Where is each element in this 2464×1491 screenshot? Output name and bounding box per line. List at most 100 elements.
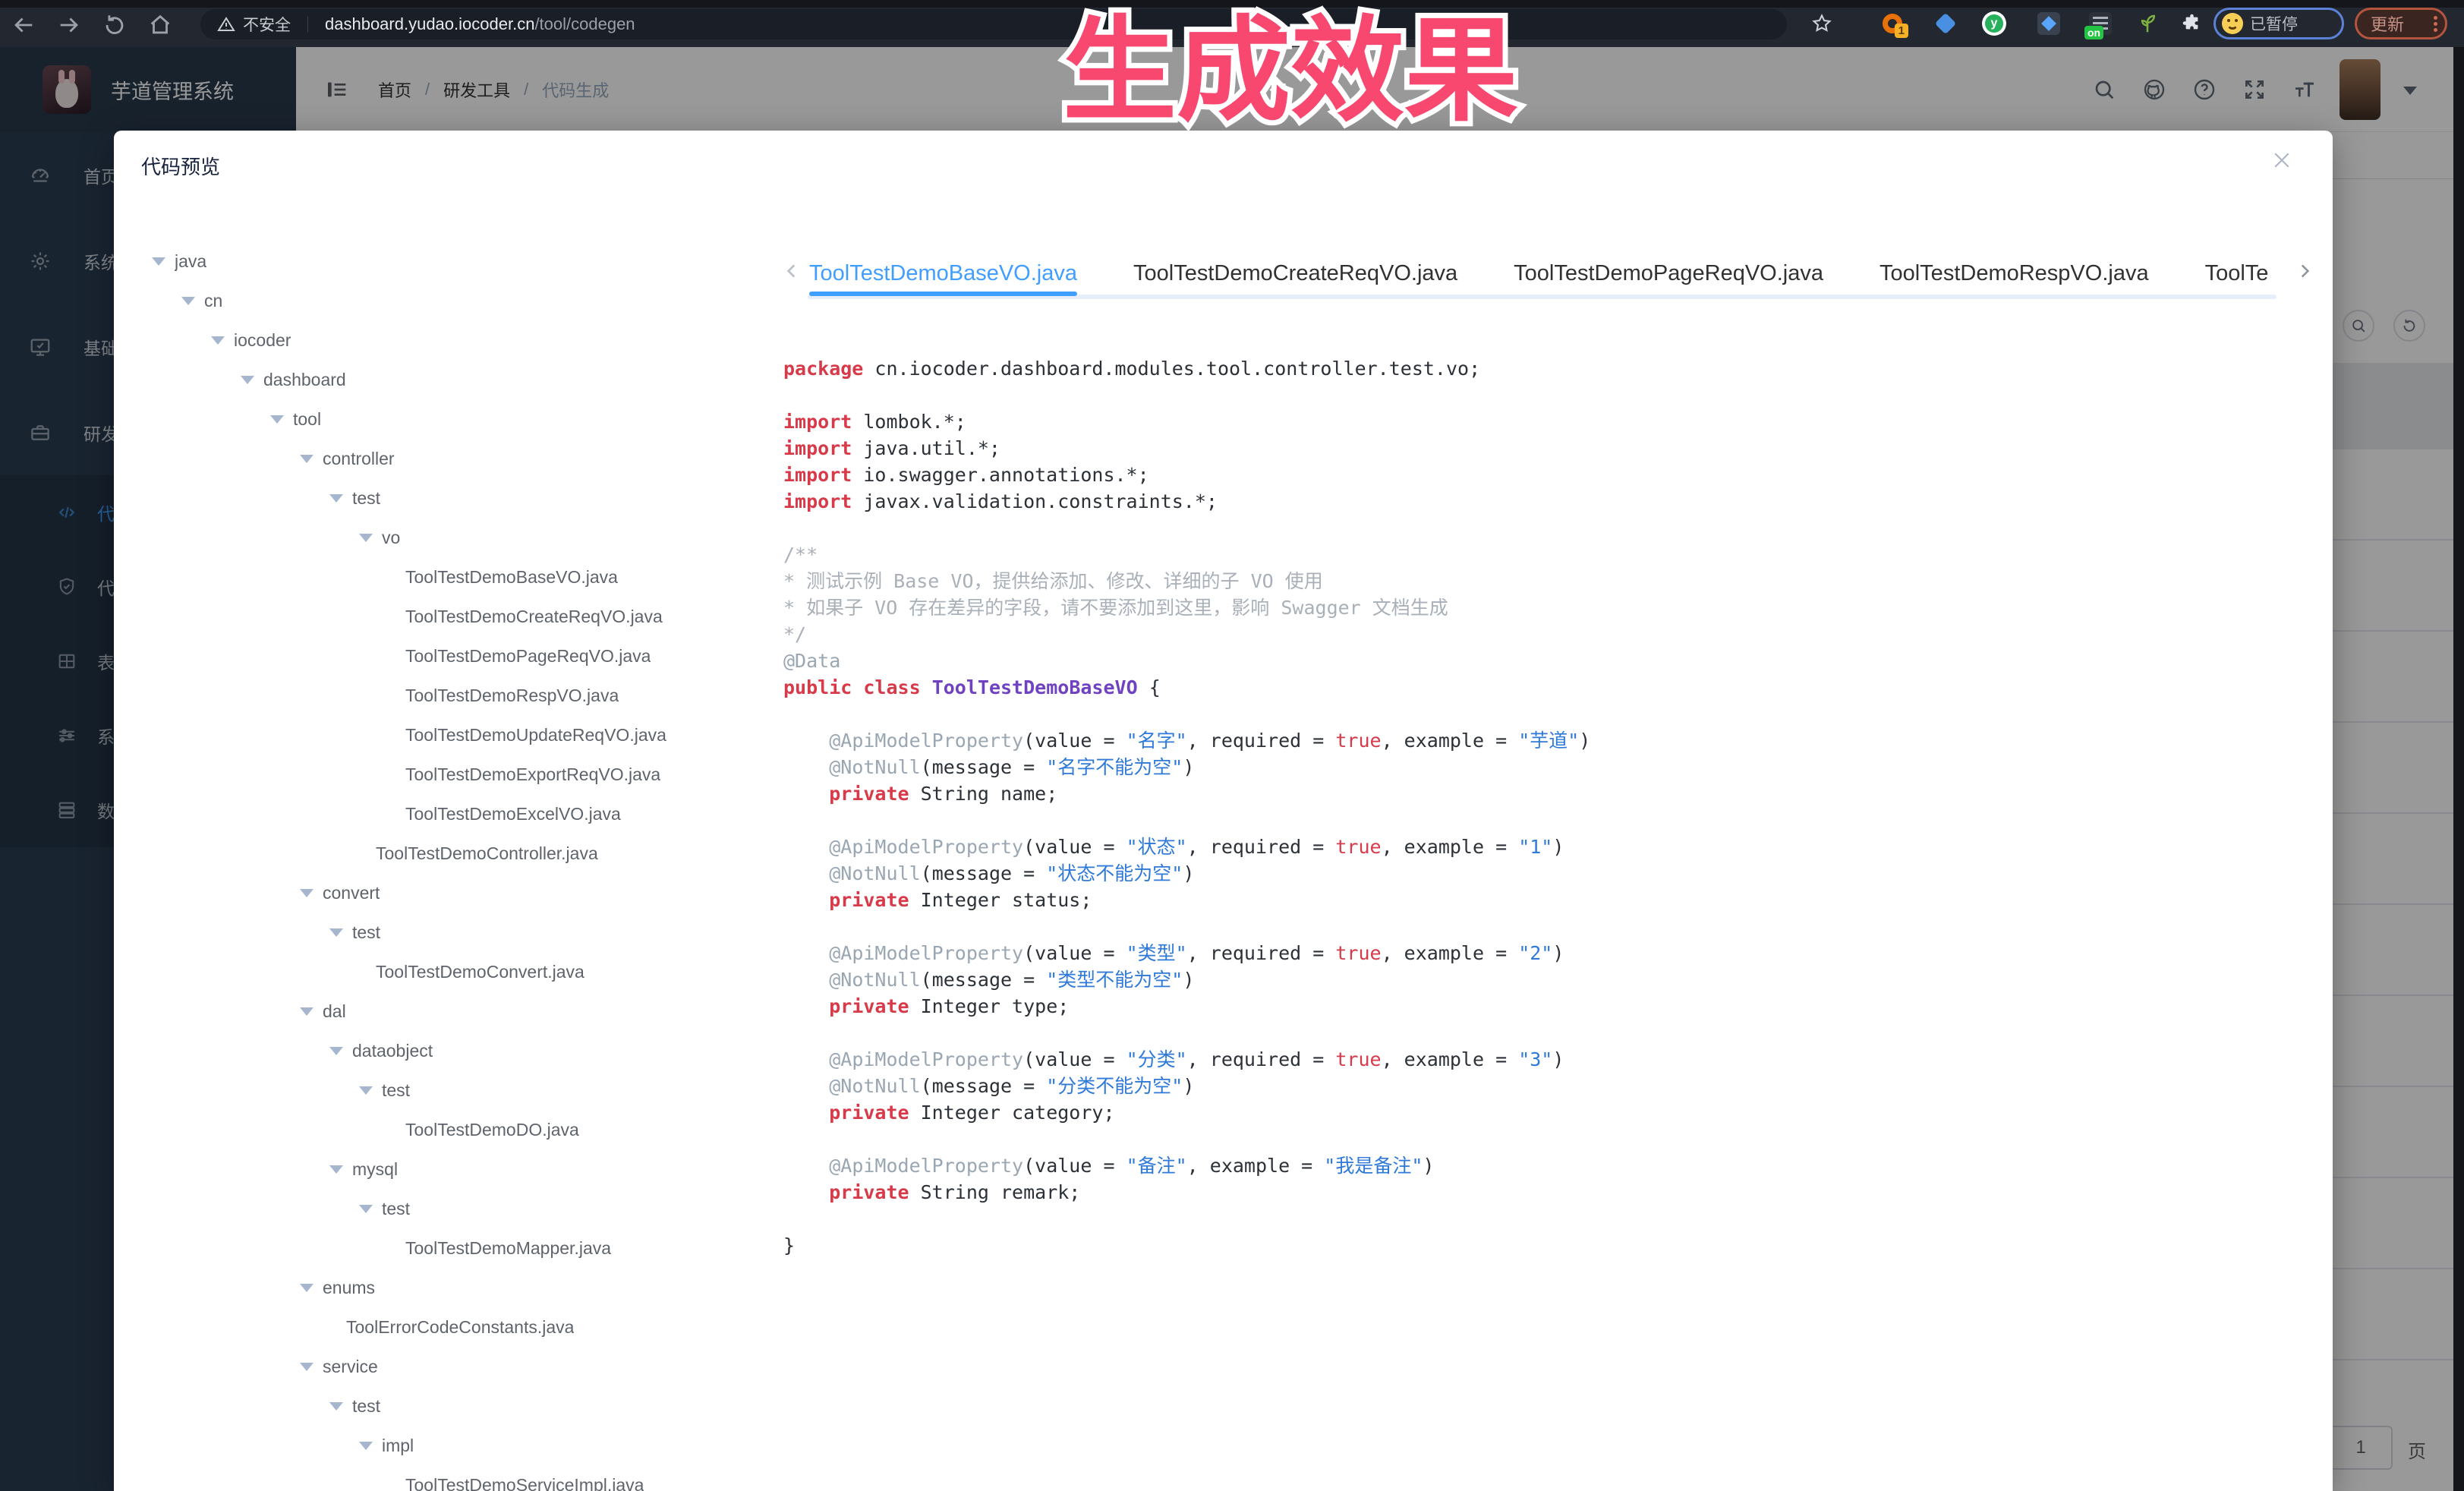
code-line (783, 807, 2310, 834)
tree-folder[interactable]: dashboard (137, 360, 774, 399)
file-tab[interactable]: ToolTestDemoPageReqVO.java (1514, 251, 1823, 296)
extensions-puzzle-icon[interactable] (2182, 13, 2202, 33)
caret-down-icon[interactable] (300, 1284, 314, 1292)
caret-down-icon[interactable] (152, 257, 165, 266)
tree-folder[interactable]: cn (137, 281, 774, 320)
tree-file[interactable]: ToolTestDemoCreateReqVO.java (137, 597, 774, 636)
browser-update-button[interactable]: 更新 (2355, 8, 2447, 39)
caret-down-icon[interactable] (329, 1165, 343, 1174)
tree-file[interactable]: ToolTestDemoPageReqVO.java (137, 636, 774, 676)
browser-profile-chip[interactable]: 已暂停 (2214, 8, 2344, 39)
security-warning-icon[interactable] (217, 15, 235, 33)
code-line: @ApiModelProperty(value = "分类", required… (783, 1046, 2310, 1073)
file-tab[interactable]: ToolTestDemoCreateReqVO.java (1133, 251, 1457, 296)
tree-folder[interactable]: test (137, 478, 774, 518)
tree-folder[interactable]: service (137, 1347, 774, 1386)
tree-folder[interactable]: test (137, 1189, 774, 1228)
tree-folder[interactable]: iocoder (137, 320, 774, 360)
caret-down-icon[interactable] (359, 534, 373, 542)
tree-node-label: test (382, 1199, 410, 1219)
caret-down-icon[interactable] (270, 415, 284, 424)
close-icon[interactable] (2270, 149, 2293, 172)
tree-folder[interactable]: dataobject (137, 1031, 774, 1070)
file-tab[interactable]: ToolTestDemoRespVO.java (1880, 251, 2149, 296)
tree-folder[interactable]: controller (137, 439, 774, 478)
browser-home-icon[interactable] (147, 12, 173, 38)
tree-node-label: ToolTestDemoRespVO.java (405, 686, 619, 706)
code-line: import java.util.*; (783, 435, 2310, 462)
code-line: @ApiModelProperty(value = "备注", example … (783, 1152, 2310, 1179)
file-tab[interactable]: ToolTe (2205, 251, 2269, 296)
bookmark-star-icon[interactable] (1811, 13, 1832, 34)
caret-down-icon[interactable] (329, 928, 343, 937)
tree-node-label: vo (382, 528, 400, 548)
caret-down-icon[interactable] (241, 376, 254, 384)
tree-node-label: cn (204, 291, 222, 311)
extension-icon-orange[interactable]: 1 (1880, 11, 1905, 36)
tree-folder[interactable]: test (137, 1386, 774, 1426)
tabs-scroll-right-icon[interactable] (2295, 261, 2314, 281)
browser-reload-icon[interactable] (102, 12, 128, 38)
tree-folder[interactable]: java (137, 241, 774, 281)
caret-down-icon[interactable] (300, 1007, 314, 1016)
caret-down-icon[interactable] (359, 1205, 373, 1213)
tree-folder[interactable]: impl (137, 1426, 774, 1465)
code-line (783, 1206, 2310, 1232)
caret-down-icon[interactable] (181, 297, 195, 305)
tree-file[interactable]: ToolTestDemoController.java (137, 834, 774, 873)
file-tab[interactable]: ToolTestDemoBaseVO.java (809, 251, 1077, 296)
browser-menu-icon[interactable] (2434, 16, 2437, 33)
tree-folder[interactable]: test (137, 913, 774, 952)
tree-folder[interactable]: enums (137, 1268, 774, 1307)
caret-down-icon[interactable] (359, 1086, 373, 1095)
caret-down-icon[interactable] (329, 1402, 343, 1411)
browser-back-icon[interactable] (11, 12, 36, 38)
address-bar[interactable]: 不安全 dashboard.yudao.iocoder.cn/tool/code… (200, 9, 1787, 39)
tabs-scroll-left-icon[interactable] (782, 261, 802, 281)
tree-folder[interactable]: convert (137, 873, 774, 913)
tree-file[interactable]: ToolTestDemoServiceImpl.java (137, 1465, 774, 1491)
tree-folder[interactable]: vo (137, 518, 774, 557)
code-line: public class ToolTestDemoBaseVO { (783, 674, 2310, 701)
code-line: } (783, 1232, 2310, 1259)
code-line: @NotNull(message = "分类不能为空") (783, 1073, 2310, 1099)
security-label: 不安全 (243, 13, 291, 36)
extension-icon-green-y[interactable]: y (1981, 11, 2007, 36)
browser-forward-icon[interactable] (56, 12, 82, 38)
code-line: * 如果子 VO 存在差异的字段，请不要添加到这里，影响 Swagger 文档生… (783, 594, 2310, 621)
caret-down-icon[interactable] (300, 889, 314, 897)
extension-icon-blue-diamond[interactable] (2036, 11, 2062, 36)
tree-file[interactable]: ToolTestDemoUpdateReqVO.java (137, 715, 774, 755)
tree-file[interactable]: ToolTestDemoExcelVO.java (137, 794, 774, 834)
extension-icon-sprout[interactable] (2135, 11, 2160, 36)
tree-file[interactable]: ToolTestDemoConvert.java (137, 952, 774, 991)
tree-folder[interactable]: mysql (137, 1149, 774, 1189)
caret-down-icon[interactable] (329, 1047, 343, 1055)
code-line: private Integer type; (783, 993, 2310, 1020)
tree-node-label: test (352, 1396, 380, 1417)
extension-icon-on[interactable]: on (2087, 11, 2113, 36)
code-line: @ApiModelProperty(value = "类型", required… (783, 940, 2310, 966)
caret-down-icon[interactable] (329, 494, 343, 503)
code-line: private Integer status; (783, 887, 2310, 913)
tree-file[interactable]: ToolTestDemoBaseVO.java (137, 557, 774, 597)
tree-folder[interactable]: test (137, 1070, 774, 1110)
code-line (783, 1126, 2310, 1152)
tree-file[interactable]: ToolTestDemoExportReqVO.java (137, 755, 774, 794)
tree-node-label: ToolTestDemoConvert.java (376, 962, 584, 982)
extension-icon-gem[interactable] (1933, 11, 1958, 36)
tree-node-label: test (352, 488, 380, 509)
caret-down-icon[interactable] (211, 336, 225, 345)
tree-node-label: ToolErrorCodeConstants.java (346, 1317, 574, 1338)
tree-folder[interactable]: tool (137, 399, 774, 439)
caret-down-icon[interactable] (300, 1363, 314, 1371)
tree-file[interactable]: ToolTestDemoMapper.java (137, 1228, 774, 1268)
tree-folder[interactable]: dal (137, 991, 774, 1031)
tree-file[interactable]: ToolTestDemoRespVO.java (137, 676, 774, 715)
caret-down-icon[interactable] (359, 1442, 373, 1450)
tree-file[interactable]: ToolErrorCodeConstants.java (137, 1307, 774, 1347)
code-line: * 测试示例 Base VO，提供给添加、修改、详细的子 VO 使用 (783, 568, 2310, 594)
profile-status: 已暂停 (2250, 12, 2298, 35)
tree-file[interactable]: ToolTestDemoDO.java (137, 1110, 774, 1149)
caret-down-icon[interactable] (300, 455, 314, 463)
